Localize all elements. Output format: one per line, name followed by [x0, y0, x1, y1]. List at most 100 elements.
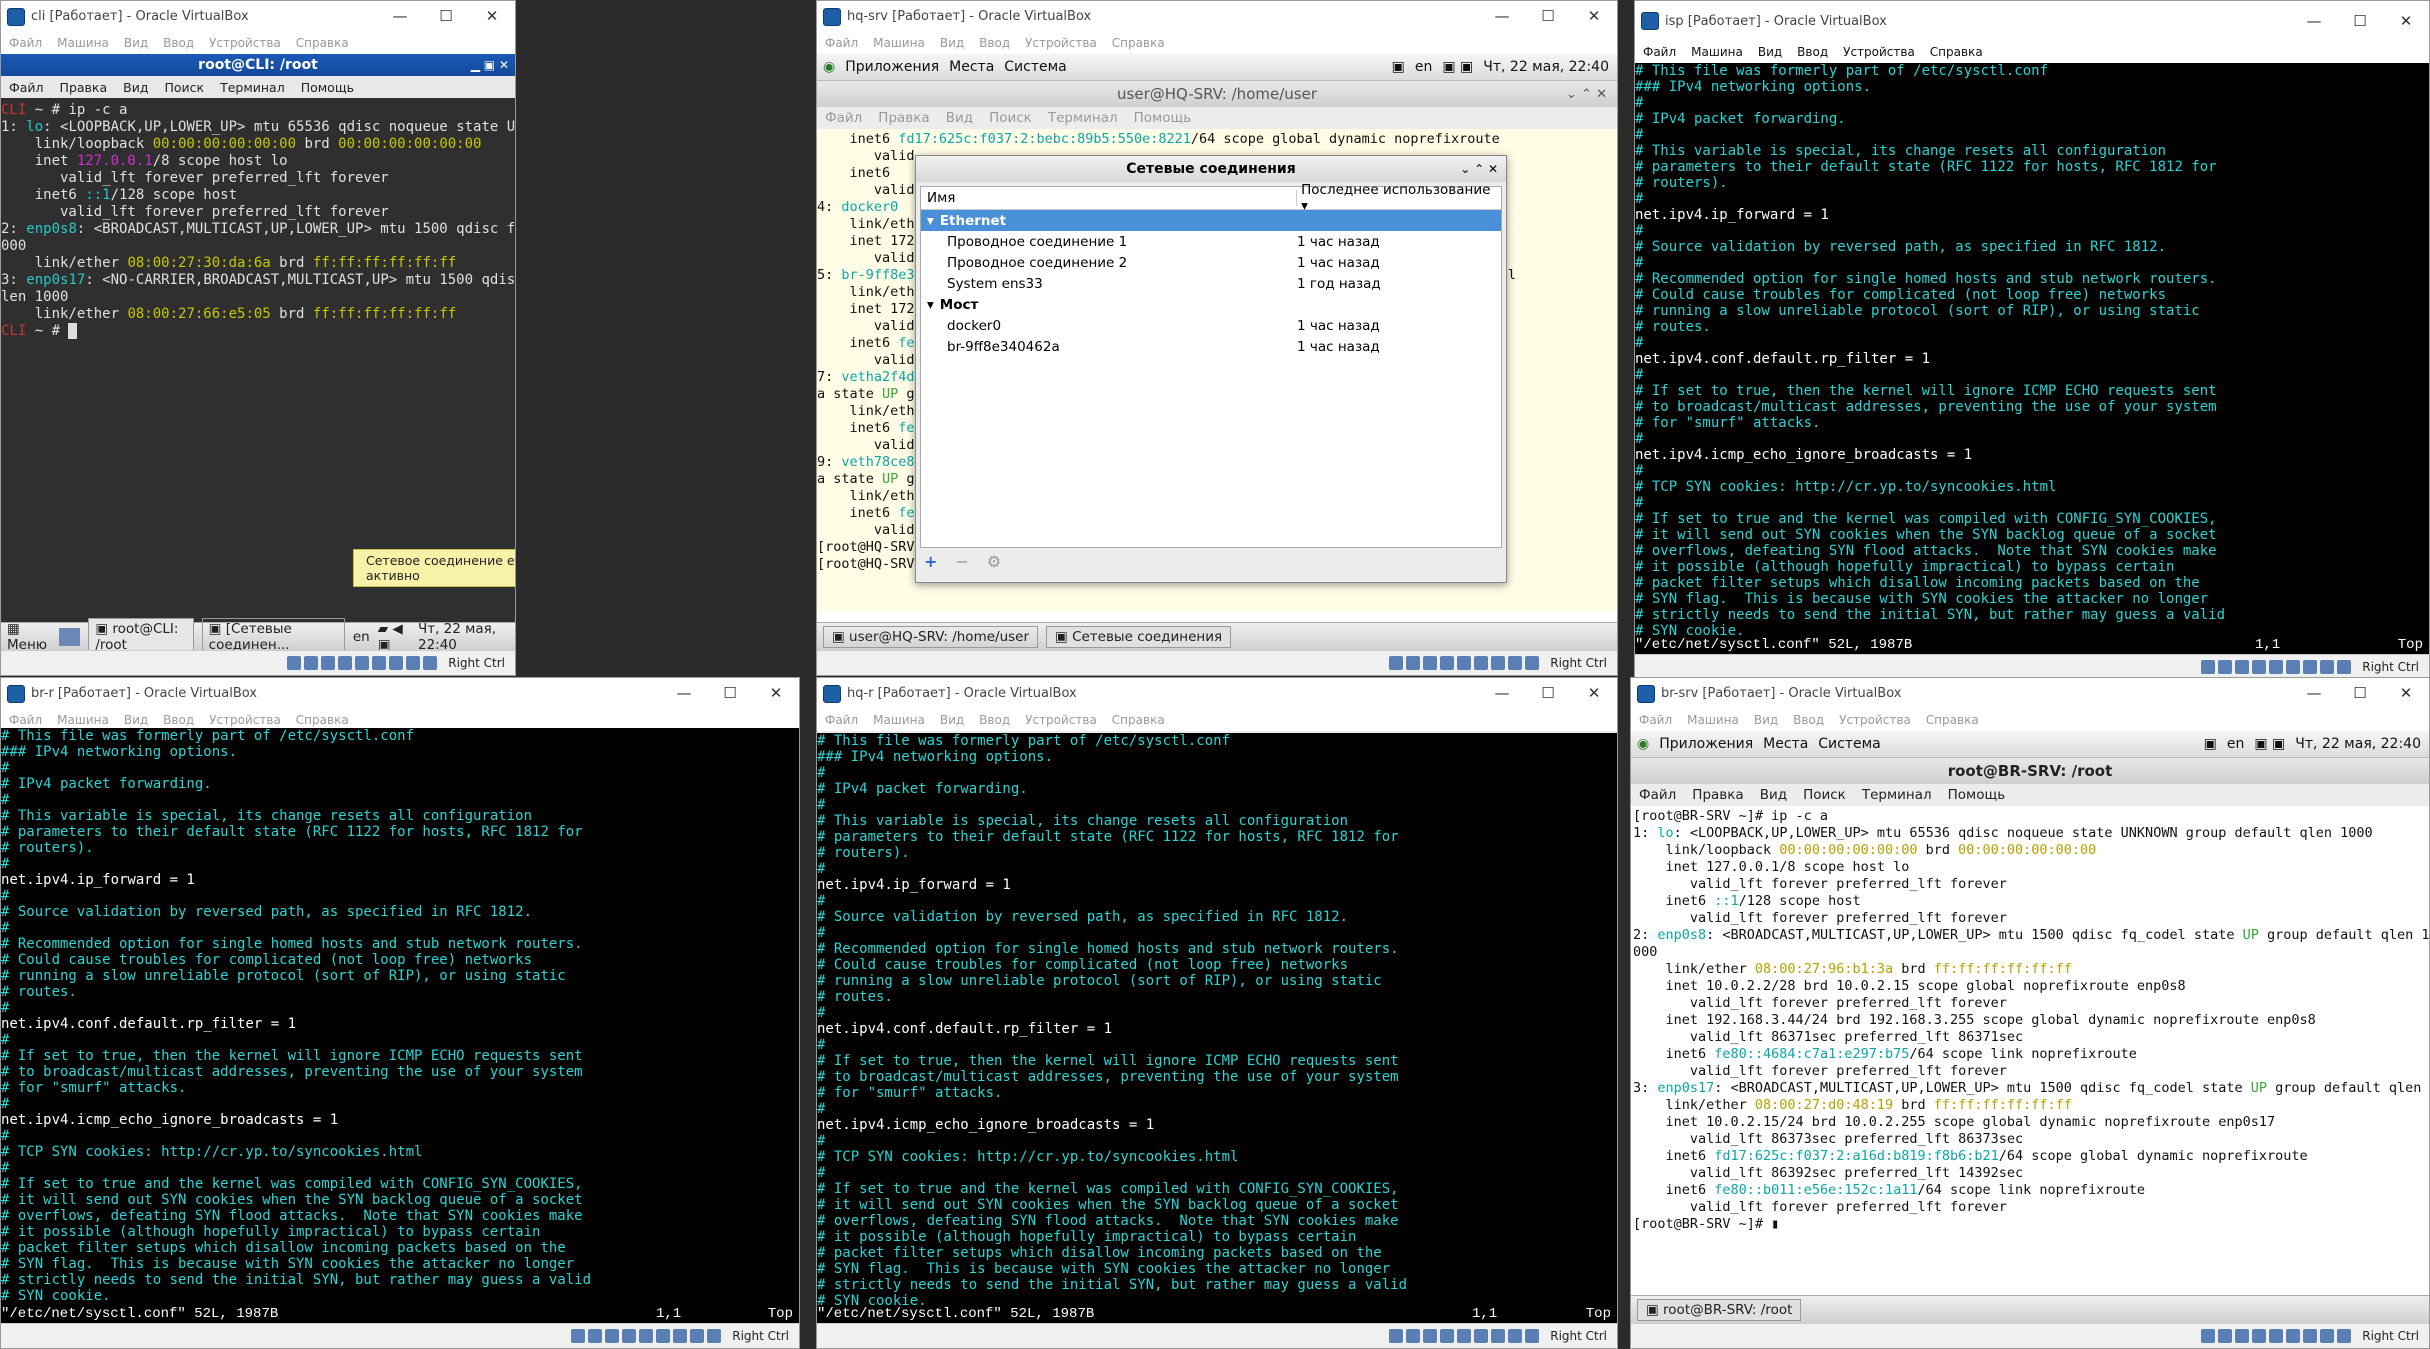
optical-icon[interactable] — [1406, 656, 1421, 670]
tray-icons[interactable]: ▰ ◀ ▣ — [378, 621, 410, 651]
menu-input[interactable]: Ввод — [1793, 713, 1824, 727]
shared-folder-icon[interactable] — [355, 656, 370, 670]
maximize-button[interactable]: ☐ — [2337, 1, 2383, 41]
hdd-icon[interactable] — [2201, 660, 2216, 674]
gnome-menu-places[interactable]: Места — [1763, 736, 1808, 752]
menu-view[interactable]: Вид — [1754, 713, 1778, 727]
mouse-icon[interactable] — [690, 1329, 705, 1343]
optical-icon[interactable] — [1406, 1329, 1421, 1343]
menu-view[interactable]: Вид — [1758, 45, 1782, 59]
close-button[interactable]: ✕ — [1571, 1, 1617, 32]
vm-titlebar[interactable]: hq-srv [Работает] - Oracle VirtualBox — ☐… — [817, 1, 1617, 32]
menu-view[interactable]: Вид — [940, 36, 964, 50]
clock[interactable]: Чт, 22 мая, 22:40 — [418, 621, 515, 651]
network-icon[interactable] — [2252, 1329, 2267, 1343]
maximize-button[interactable]: ☐ — [423, 1, 469, 32]
display-icon[interactable] — [1474, 656, 1489, 670]
usb-icon[interactable] — [1423, 656, 1438, 670]
vim-buffer[interactable]: # This file was formerly part of /etc/sy… — [817, 733, 1617, 1309]
keyboard-icon[interactable] — [1525, 656, 1540, 670]
menu-help[interactable]: Справка — [1930, 45, 1983, 59]
tmenu-help[interactable]: Помощь — [301, 80, 354, 95]
vm-window-hq-srv[interactable]: hq-srv [Работает] - Oracle VirtualBox — ☐… — [816, 0, 1618, 676]
dialog-controls[interactable]: ⌄ ⌃ ✕ — [1460, 162, 1498, 176]
minimize-button[interactable]: — — [2291, 1, 2337, 41]
close-button[interactable]: ✕ — [469, 1, 515, 32]
vm-window-br-r[interactable]: br-r [Работает] - Oracle VirtualBox — ☐ ✕ … — [0, 677, 800, 1349]
hdd-icon[interactable] — [2201, 1329, 2216, 1343]
menu-machine[interactable]: Машина — [873, 36, 925, 50]
taskbar-item-network[interactable]: ▣ [Сетевые соединен... — [201, 618, 345, 651]
tmenu-edit[interactable]: Правка — [60, 80, 108, 95]
network-connections-dialog[interactable]: Сетевые соединения ⌄ ⌃ ✕ Имя Последнее и… — [915, 155, 1507, 583]
keyboard-icon[interactable] — [423, 656, 438, 670]
recording-icon[interactable] — [1491, 1329, 1506, 1343]
display-icon[interactable] — [656, 1329, 671, 1343]
network-icon[interactable] — [1440, 1329, 1455, 1343]
menu-file[interactable]: Файл — [9, 36, 42, 50]
minimize-button[interactable]: — — [661, 678, 707, 709]
list-item[interactable]: Проводное соединение 21 час назад — [921, 252, 1501, 273]
clock[interactable]: Чт, 22 мая, 22:40 — [1483, 59, 1609, 75]
dialog-titlebar[interactable]: Сетевые соединения ⌄ ⌃ ✕ — [916, 156, 1506, 182]
desktop-icon[interactable] — [58, 628, 81, 646]
optical-icon[interactable] — [2218, 1329, 2233, 1343]
menu-devices[interactable]: Устройства — [209, 713, 281, 727]
tray-icons[interactable]: ▣ ▣ — [1442, 59, 1473, 75]
close-button[interactable]: ✕ — [2383, 1, 2429, 41]
terminal-controls[interactable]: ▁ ▣ ✕ — [471, 58, 509, 72]
vm-screen[interactable]: ◉ Приложения Места Система ▣ en ▣ ▣ Чт, … — [1631, 731, 2429, 1324]
tray-icons[interactable]: ▣ ▣ — [2254, 736, 2285, 752]
terminal-titlebar[interactable]: root@BR-SRV: /root — [1631, 758, 2429, 784]
shared-folder-icon[interactable] — [2269, 1329, 2284, 1343]
hdd-icon[interactable] — [287, 656, 302, 670]
gnome-menu-apps[interactable]: Приложения — [845, 59, 939, 75]
vim-screen[interactable]: # This file was formerly part of /etc/sy… — [1635, 63, 2429, 655]
taskbar-item-terminal[interactable]: ▣ root@BR-SRV: /root — [1637, 1299, 1802, 1321]
taskbar-item-terminal[interactable]: ▣ user@HQ-SRV: /home/user — [823, 626, 1039, 648]
terminal-titlebar[interactable]: root@CLI: /root ▁ ▣ ✕ — [1, 54, 515, 76]
optical-icon[interactable] — [588, 1329, 603, 1343]
vm-window-br-srv[interactable]: br-srv [Работает] - Oracle VirtualBox — ☐… — [1630, 677, 2430, 1349]
maximize-button[interactable]: ☐ — [2337, 678, 2383, 709]
col-last-used[interactable]: Последнее использование ▾ — [1297, 182, 1501, 214]
list-item[interactable]: br-9ff8e340462a 1 час назад — [921, 336, 1501, 357]
hdd-icon[interactable] — [1389, 656, 1404, 670]
keyboard-icon[interactable] — [707, 1329, 722, 1343]
lang-indicator[interactable]: en — [1415, 59, 1433, 75]
usb-icon[interactable] — [321, 656, 336, 670]
network-icon[interactable] — [2252, 660, 2267, 674]
notification-popup[interactable]: Сетевое соединение ethernet «Проводное с… — [353, 549, 515, 587]
shared-folder-icon[interactable] — [1457, 1329, 1472, 1343]
minimize-button[interactable]: — — [377, 1, 423, 32]
usb-icon[interactable] — [1423, 1329, 1438, 1343]
menu-input[interactable]: Ввод — [1797, 45, 1828, 59]
close-button[interactable]: ✕ — [753, 678, 799, 709]
menu-file[interactable]: Файл — [1643, 45, 1676, 59]
vm-titlebar[interactable]: br-r [Работает] - Oracle VirtualBox — ☐ ✕ — [1, 678, 799, 709]
mouse-icon[interactable] — [406, 656, 421, 670]
keyboard-icon[interactable] — [2337, 1329, 2352, 1343]
minimize-button[interactable]: — — [1479, 1, 1525, 32]
tmenu-file[interactable]: Файл — [1639, 787, 1676, 803]
optical-icon[interactable] — [304, 656, 319, 670]
gnome-menu-system[interactable]: Система — [1818, 736, 1880, 752]
connections-list[interactable]: Имя Последнее использование ▾ ▾ Ethernet… — [920, 182, 1502, 548]
close-button[interactable]: ✕ — [1571, 678, 1617, 709]
vm-screen[interactable]: root@CLI: /root ▁ ▣ ✕ Файл Правка Вид По… — [1, 54, 515, 651]
mouse-icon[interactable] — [1508, 656, 1523, 670]
usb-icon[interactable] — [2235, 1329, 2250, 1343]
taskbar-item-terminal[interactable]: ▣ root@CLI: /root — [88, 618, 194, 651]
menu-help[interactable]: Справка — [1926, 713, 1979, 727]
tmenu-search[interactable]: Поиск — [1803, 787, 1846, 803]
add-connection-button[interactable]: + — [920, 552, 941, 571]
usb-icon[interactable] — [2235, 660, 2250, 674]
menu-help[interactable]: Справка — [296, 36, 349, 50]
menu-file[interactable]: Файл — [825, 36, 858, 50]
terminal-output[interactable]: [root@BR-SRV ~]# ip -c a 1: lo: <LOOPBAC… — [1631, 806, 2429, 1288]
recording-icon[interactable] — [2303, 1329, 2318, 1343]
recording-icon[interactable] — [2303, 660, 2318, 674]
menu-machine[interactable]: Машина — [57, 713, 109, 727]
taskbar-item-network[interactable]: ▣ Сетевые соединения — [1046, 626, 1232, 648]
tmenu-help[interactable]: Помощь — [1134, 110, 1192, 126]
